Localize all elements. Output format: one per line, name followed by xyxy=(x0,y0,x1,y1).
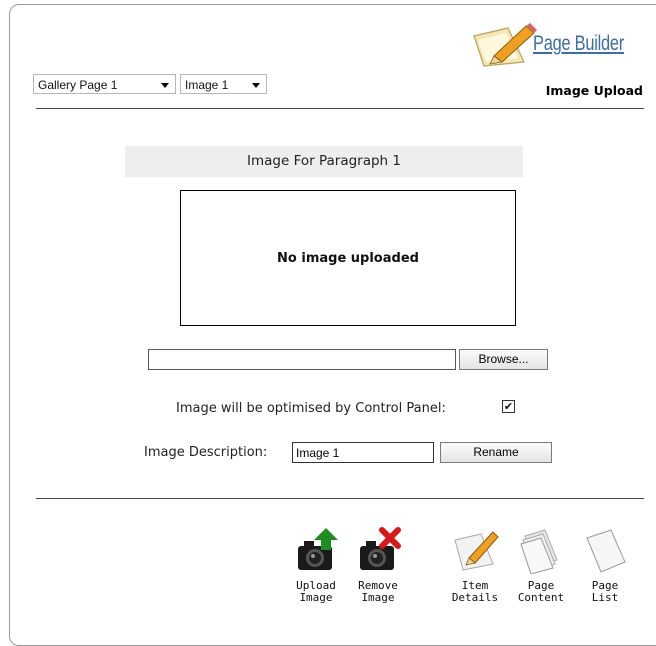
image-placeholder-text: No image uploaded xyxy=(277,250,419,266)
remove-image-label: Remove Image xyxy=(358,579,398,604)
bottom-divider xyxy=(36,498,644,499)
upload-image-button[interactable]: Upload Image xyxy=(281,526,351,604)
image-heading: Image For Paragraph 1 xyxy=(125,146,523,177)
item-details-label: Item Details xyxy=(451,579,499,604)
upload-image-label: Upload Image xyxy=(296,579,336,604)
item-details-icon xyxy=(454,531,499,571)
page-select-value: Gallery Page 1 xyxy=(38,78,118,92)
chevron-down-icon xyxy=(161,83,169,88)
page-content-label: Page Content xyxy=(517,579,565,604)
camera-remove-icon xyxy=(360,527,401,570)
page-list-icon xyxy=(586,529,626,573)
description-input[interactable] xyxy=(292,442,434,463)
rename-button[interactable]: Rename xyxy=(440,442,552,463)
camera-upload-icon xyxy=(298,528,338,570)
chevron-down-icon xyxy=(252,83,260,88)
file-path-input[interactable] xyxy=(148,349,456,370)
top-divider xyxy=(36,108,644,109)
description-label: Image Description: xyxy=(144,445,268,460)
page-content-icon xyxy=(520,529,558,574)
remove-image-button[interactable]: Remove Image xyxy=(343,526,413,604)
optimise-label: Image will be optimised by Control Panel… xyxy=(176,401,446,416)
page-list-button[interactable]: Page List xyxy=(570,526,640,604)
page-select[interactable]: Gallery Page 1 xyxy=(33,74,176,94)
image-select-value: Image 1 xyxy=(185,78,229,92)
browse-button[interactable]: Browse... xyxy=(459,349,548,370)
page-list-label: Page List xyxy=(591,579,619,604)
page-builder-link[interactable]: Page Builder xyxy=(533,32,624,56)
item-details-button[interactable]: Item Details xyxy=(440,526,510,604)
optimise-checkbox[interactable]: ✔ xyxy=(502,400,515,413)
page-content-button[interactable]: Page Content xyxy=(506,526,576,604)
image-select[interactable]: Image 1 xyxy=(180,74,267,94)
section-title: Image Upload xyxy=(545,83,643,98)
image-preview: No image uploaded xyxy=(180,190,516,326)
